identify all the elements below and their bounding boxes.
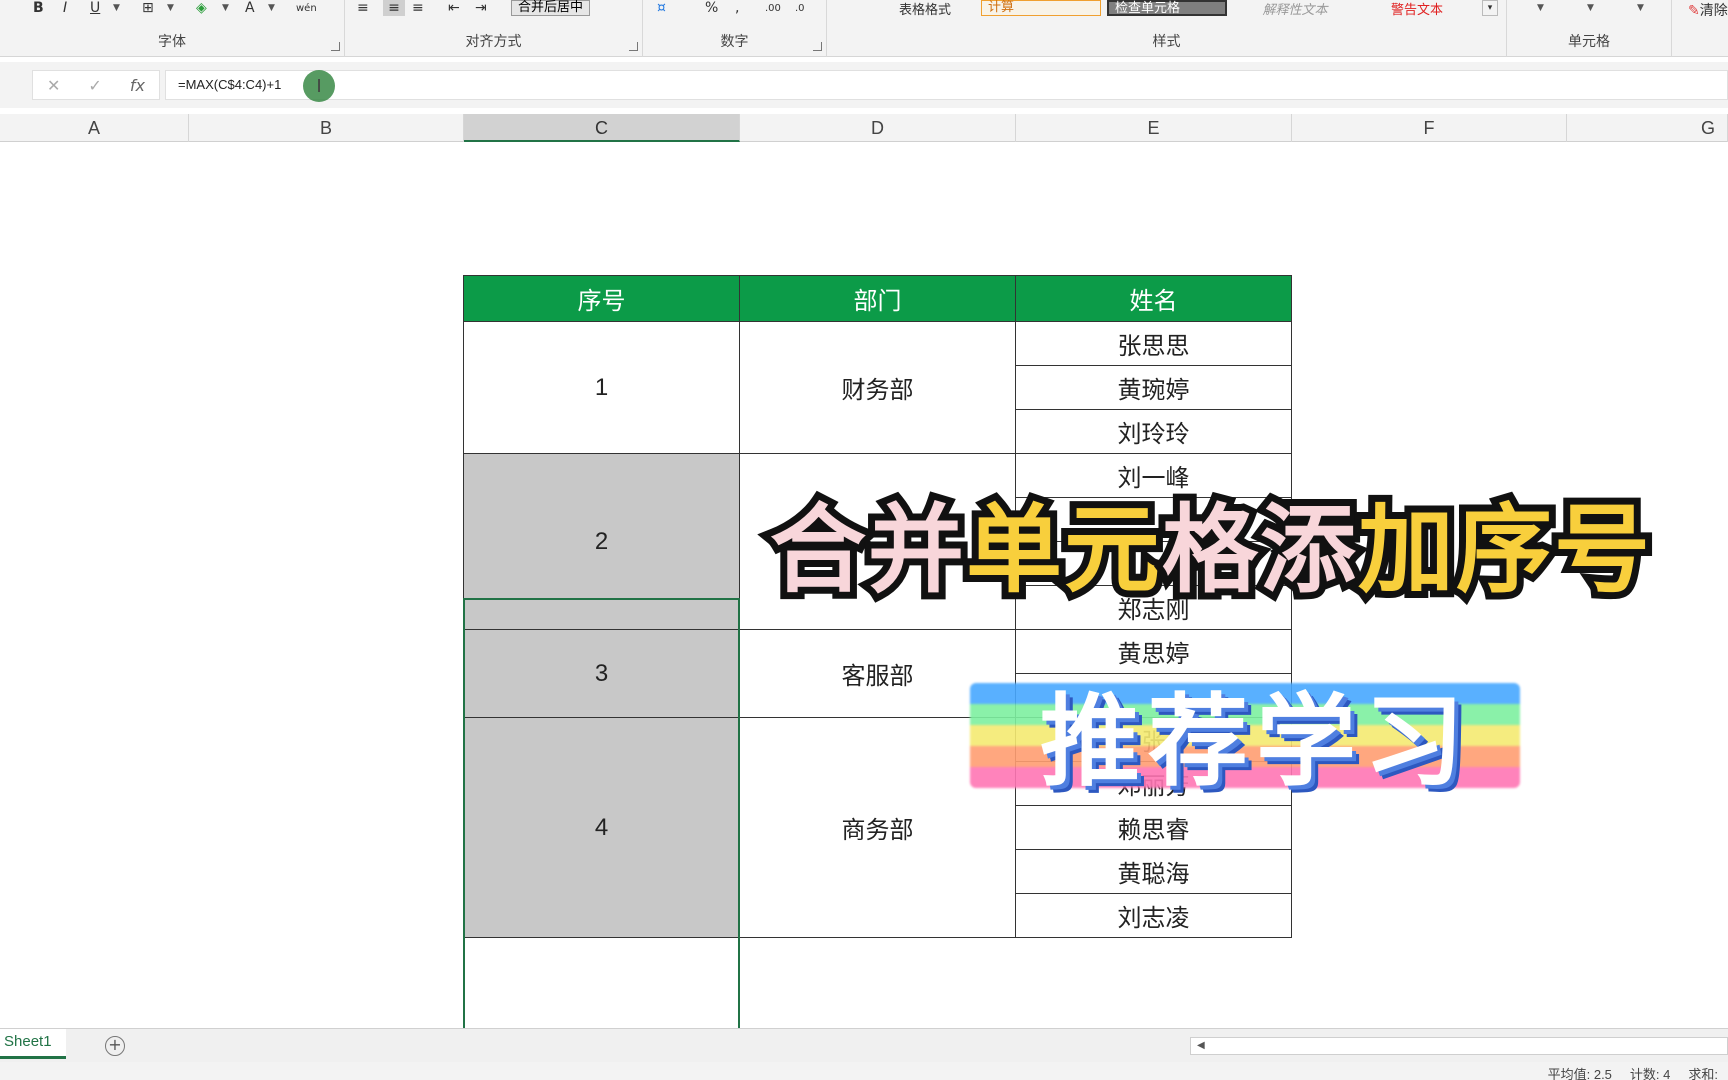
video-title-overlay: 合并单元格添加序号	[763, 472, 1657, 613]
decrease-decimal-icon[interactable]: .0	[795, 0, 805, 16]
font-group: B I U ▼ ⊞ ▼ ◈ ▼ A ▼ wén 字体	[0, 0, 345, 57]
header-dept[interactable]: 部门	[739, 275, 1016, 322]
merge-center-button[interactable]: 合并后居中	[511, 0, 591, 16]
cells-group-label: 单元格	[1568, 34, 1610, 50]
column-header-b[interactable]: B	[189, 114, 464, 142]
font-dialog-launcher-icon[interactable]	[331, 42, 340, 51]
bold-button[interactable]: B	[33, 0, 44, 16]
align-center-icon[interactable]: ≡	[383, 0, 405, 16]
align-right-icon[interactable]: ≡	[412, 0, 424, 16]
number-group: ¤ % , .00 .0 数字	[643, 0, 827, 57]
status-count: 计数: 4	[1629, 1067, 1671, 1080]
sheet-tab-bar: Sheet1 + ◀	[0, 1028, 1728, 1062]
dept-cell[interactable]: 财务部	[739, 321, 1016, 454]
comma-button[interactable]: ,	[735, 0, 739, 16]
title-part-1: 合并	[763, 487, 971, 613]
alignment-group: ≡ ≡ ≡ ⇤ ⇥ 合并后居中 对齐方式	[345, 0, 643, 57]
styles-group-label: 样式	[1152, 34, 1181, 50]
title-part-2: 单元	[959, 487, 1167, 613]
number-dialog-launcher-icon[interactable]	[813, 42, 822, 51]
clear-button[interactable]: ✎清除	[1688, 0, 1728, 20]
column-header-f[interactable]: F	[1292, 114, 1567, 142]
name-cell[interactable]: 刘玲玲	[1015, 409, 1292, 454]
status-sum: 求和:	[1688, 1067, 1718, 1080]
styles-group: 表格格式 计算 检查单元格 解释性文本 警告文本 ▾ 样式	[827, 0, 1507, 57]
enter-icon[interactable]: ✓	[88, 76, 101, 95]
style-check-cell[interactable]: 检查单元格	[1107, 0, 1227, 16]
status-stats: 平均值: 2.5 计数: 4 求和:	[1548, 1064, 1718, 1080]
fill-color-icon[interactable]: ◈	[196, 0, 207, 16]
promo-text: 推荐学习	[1040, 683, 1472, 800]
alignment-group-label: 对齐方式	[465, 34, 522, 50]
column-header-g[interactable]: G	[1567, 114, 1728, 142]
column-header-d[interactable]: D	[740, 114, 1016, 142]
name-cell[interactable]: 黄聪海	[1015, 849, 1292, 894]
formula-buttons: ✕ ✓ fx	[32, 70, 160, 100]
border-dropdown-icon[interactable]: ▼	[167, 0, 174, 16]
align-left-icon[interactable]: ≡	[357, 0, 369, 16]
column-header-a[interactable]: A	[0, 114, 189, 142]
excel-window: B I U ▼ ⊞ ▼ ◈ ▼ A ▼ wén 字体 ≡ ≡ ≡ ⇤ ⇥ 合并后…	[0, 0, 1728, 1080]
column-header-c[interactable]: C	[464, 114, 740, 142]
styles-more-icon[interactable]: ▾	[1482, 0, 1498, 16]
percent-button[interactable]: %	[705, 0, 718, 16]
alignment-dialog-launcher-icon[interactable]	[629, 42, 638, 51]
style-calc[interactable]: 计算	[981, 0, 1101, 16]
name-cell[interactable]: 赖思睿	[1015, 805, 1292, 850]
font-color-button[interactable]: A	[245, 0, 255, 16]
status-average: 平均值: 2.5	[1547, 1067, 1612, 1080]
header-row: 序号 部门 姓名	[463, 275, 1292, 322]
seq-cell[interactable]: 4	[463, 717, 740, 938]
underline-button[interactable]: U	[90, 0, 100, 16]
phonetic-button[interactable]: wén	[296, 0, 317, 16]
eraser-icon: ✎	[1688, 3, 1700, 19]
name-cell[interactable]: 刘志凌	[1015, 893, 1292, 938]
name-cell[interactable]: 黄琬婷	[1015, 365, 1292, 410]
delete-dropdown-icon[interactable]: ▼	[1587, 0, 1594, 16]
status-bar: 平均值: 2.5 计数: 4 求和:	[0, 1062, 1728, 1080]
table-row: 1 财务部 张思思	[463, 321, 1292, 454]
style-warning-text[interactable]: 警告文本	[1357, 0, 1477, 18]
scroll-left-icon[interactable]: ◀	[1197, 1040, 1205, 1051]
fill-dropdown-icon[interactable]: ▼	[222, 0, 229, 16]
header-name[interactable]: 姓名	[1015, 275, 1292, 322]
sheet-tab[interactable]: Sheet1	[0, 1029, 66, 1059]
format-as-table-button[interactable]: 表格格式	[899, 0, 951, 18]
italic-button[interactable]: I	[63, 0, 67, 16]
formula-input[interactable]: =MAX(C$4:C4)+1	[165, 70, 1728, 100]
number-group-label: 数字	[720, 34, 749, 50]
title-part-3: 格添	[1155, 487, 1363, 613]
header-seq[interactable]: 序号	[463, 275, 740, 322]
font-color-dropdown-icon[interactable]: ▼	[268, 0, 275, 16]
border-icon[interactable]: ⊞	[142, 0, 154, 16]
horizontal-scrollbar[interactable]: ◀	[1190, 1037, 1728, 1055]
currency-icon[interactable]: ¤	[657, 0, 666, 16]
seq-cell[interactable]: 2	[463, 453, 740, 630]
seq-cell[interactable]: 1	[463, 321, 740, 454]
cancel-icon[interactable]: ✕	[47, 76, 60, 95]
column-header-e[interactable]: E	[1016, 114, 1292, 142]
ribbon: B I U ▼ ⊞ ▼ ◈ ▼ A ▼ wén 字体 ≡ ≡ ≡ ⇤ ⇥ 合并后…	[0, 0, 1728, 57]
decrease-indent-icon[interactable]: ⇤	[448, 0, 460, 16]
fx-icon[interactable]: fx	[130, 76, 145, 95]
formula-bar: ✕ ✓ fx =MAX(C$4:C4)+1	[0, 62, 1728, 108]
cells-group: ▼ ▼ ▼ 单元格	[1507, 0, 1672, 57]
style-explain-text[interactable]: 解释性文本	[1235, 0, 1355, 18]
increase-indent-icon[interactable]: ⇥	[475, 0, 487, 16]
insert-dropdown-icon[interactable]: ▼	[1537, 0, 1544, 16]
title-part-4: 加序号	[1351, 487, 1657, 613]
column-headers: A B C D E F G	[0, 114, 1728, 142]
add-sheet-icon[interactable]: +	[105, 1036, 125, 1056]
increase-decimal-icon[interactable]: .00	[765, 0, 781, 16]
font-group-label: 字体	[158, 34, 186, 50]
text-cursor-icon: I	[303, 70, 335, 102]
seq-cell[interactable]: 3	[463, 629, 740, 718]
format-dropdown-icon[interactable]: ▼	[1637, 0, 1644, 16]
underline-dropdown-icon[interactable]: ▼	[113, 0, 120, 16]
name-cell[interactable]: 张思思	[1015, 321, 1292, 366]
